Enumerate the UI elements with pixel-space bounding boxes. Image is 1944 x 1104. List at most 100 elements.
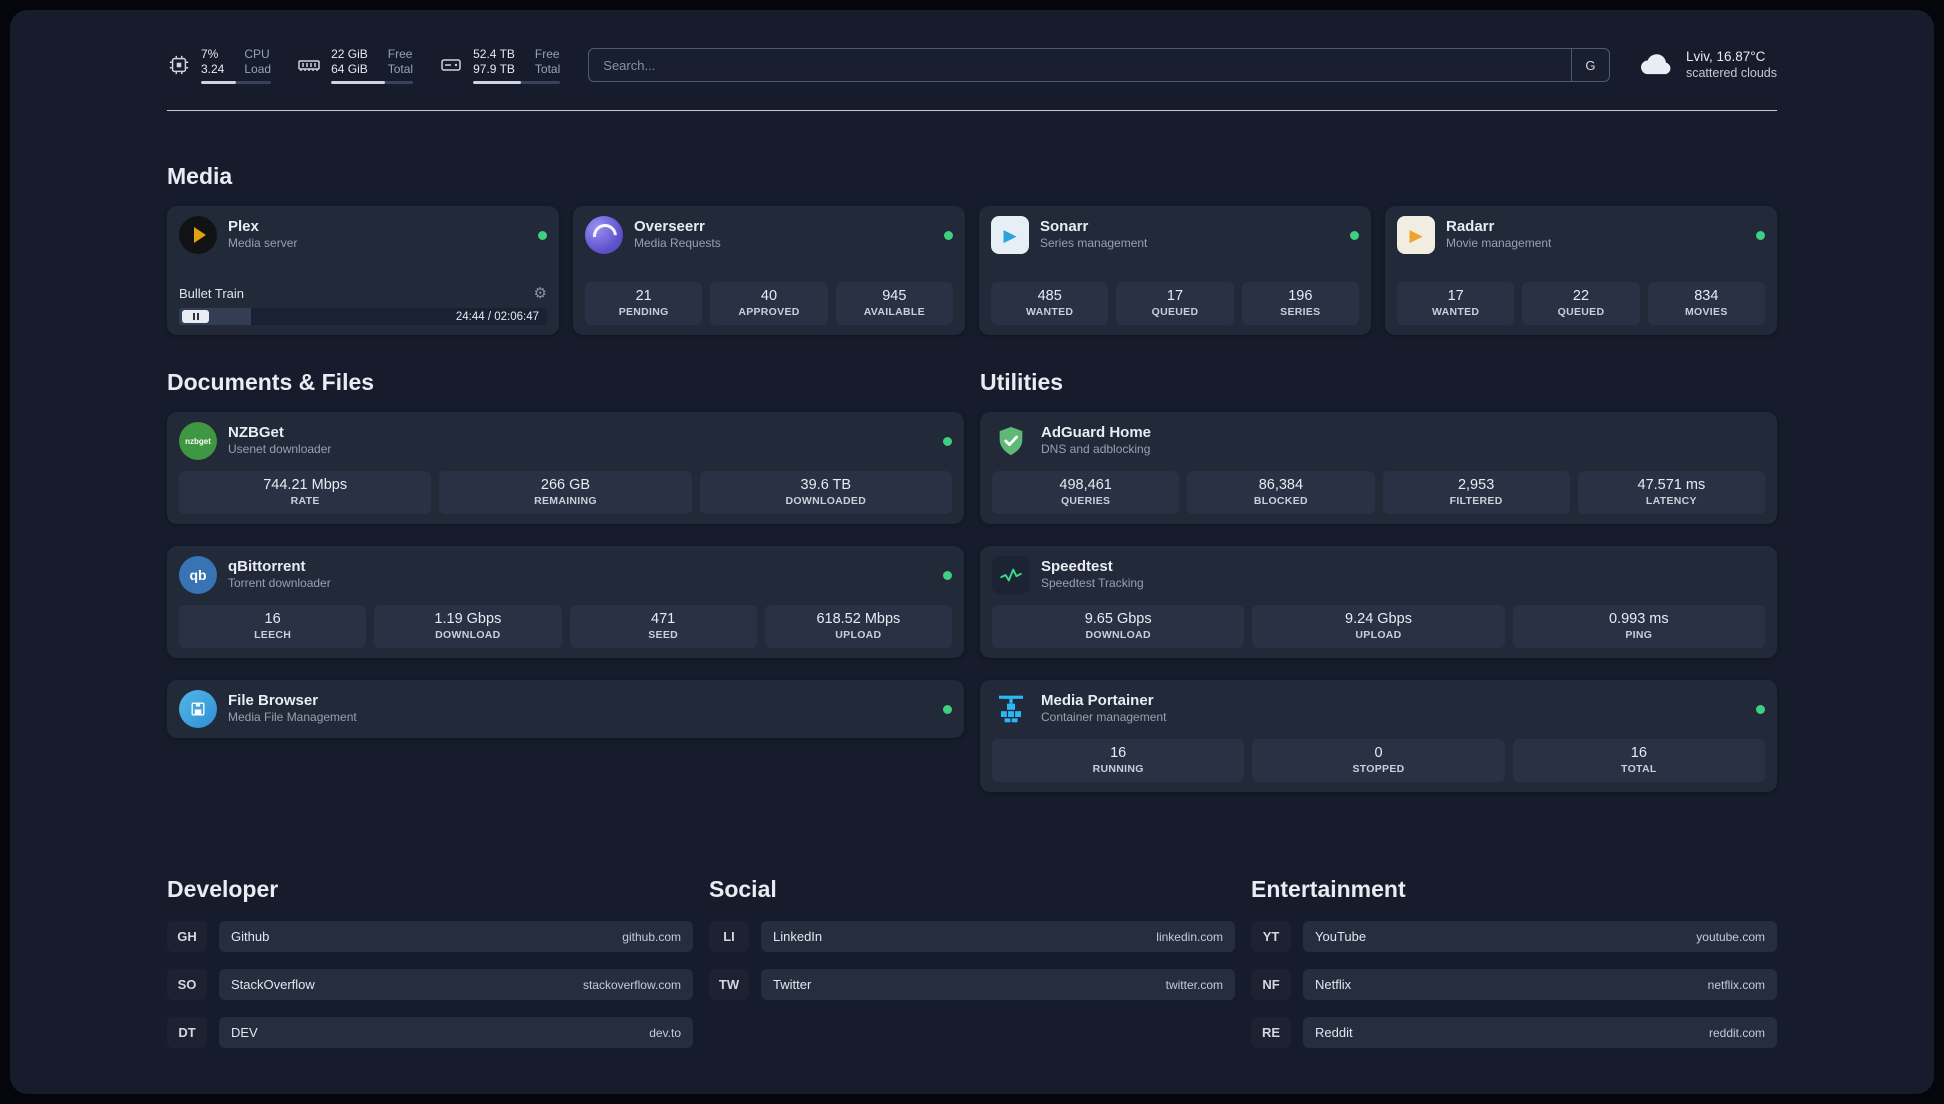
cpu-icon [167,53,191,77]
stat-latency: 47.571 ms LATENCY [1577,471,1765,514]
stat-leech: 16 LEECH [179,605,367,648]
app-title: qBittorrent [228,558,306,575]
netflix-abbr-icon: NF [1251,969,1291,1000]
bookmark-link-stackoverflow[interactable]: StackOverflow stackoverflow.com [219,969,693,1000]
bookmark-row-dev: DT DEV dev.to [167,1017,693,1048]
youtube-abbr-icon: YT [1251,921,1291,952]
playback-time: 24:44 / 02:06:47 [455,310,539,323]
search-input[interactable] [589,49,1571,81]
plex-now-playing: Bullet Train ⚙ 24:44 / 02:06:47 [179,284,547,325]
adguard-icon [992,422,1030,460]
cpu-label: CPU [244,46,270,61]
disk-total-label: Total [534,61,561,76]
bookmark-row-youtube: YT YouTube youtube.com [1251,921,1777,952]
memory-progress-bar [331,80,414,84]
memory-free-value: 22 GiB [331,46,368,61]
stat-stopped: 0 STOPPED [1252,739,1505,782]
app-title: Plex [228,218,259,235]
section-title-documents: Documents & Files [167,369,375,395]
status-dot [943,704,952,714]
search-bar: G [588,48,1610,82]
stat-seed: 471 SEED [569,605,757,648]
status-dot [943,570,952,580]
bookmark-link-github[interactable]: Github github.com [219,921,693,952]
radarr-icon: ▶ [1397,216,1435,254]
app-title: Radarr [1446,218,1495,235]
weather-widget: Lviv, 16.87°C scattered clouds [1638,48,1777,83]
stat-filtered: 2,953 FILTERED [1382,471,1570,514]
bookmark-url: linkedin.com [1156,929,1223,944]
disk-progress-bar [473,80,561,84]
app-card-filebrowser[interactable]: File Browser Media File Management [167,680,964,738]
app-card-overseerr[interactable]: Overseerr Media Requests 21 PENDING 40 APP… [573,206,965,335]
memory-total-label: Total [387,61,414,76]
app-card-portainer[interactable]: Media Portainer Container management 16 R… [980,680,1777,792]
app-subtitle: Container management [1041,710,1167,724]
app-card-plex[interactable]: Plex Media server Bullet Train ⚙ 24:44 /… [167,206,559,335]
bookmark-row-reddit: RE Reddit reddit.com [1251,1017,1777,1048]
app-subtitle: Speedtest Tracking [1041,576,1144,590]
stat-upload: 9.24 Gbps UPLOAD [1252,605,1505,648]
bookmark-link-dev[interactable]: DEV dev.to [219,1017,693,1048]
app-card-qbittorrent[interactable]: qb qBittorrent Torrent downloader 16 LEEC… [167,546,964,658]
app-title: Sonarr [1040,218,1089,235]
bookmark-url: stackoverflow.com [582,977,681,992]
bookmark-link-youtube[interactable]: YouTube youtube.com [1303,921,1777,952]
status-dot [1350,230,1359,240]
pause-button[interactable] [182,310,209,323]
media-grid: Plex Media server Bullet Train ⚙ 24:44 /… [167,206,1777,335]
bookmark-link-twitter[interactable]: Twitter twitter.com [761,969,1235,1000]
stat-wanted: 17 WANTED [1397,282,1515,325]
bookmark-name: Twitter [773,977,812,992]
stat-downloaded: 39.6 TB DOWNLOADED [699,471,952,514]
stat-queued: 17 QUEUED [1116,282,1234,325]
app-card-sonarr[interactable]: ▶ Sonarr Series management 485 WANTED 17 Q… [979,206,1371,335]
disk-free-value: 52.4 TB [473,46,515,61]
bookmark-row-twitter: TW Twitter twitter.com [709,969,1235,1000]
github-abbr-icon: GH [167,921,207,952]
app-title: NZBGet [228,424,284,441]
bookmark-url: github.com [622,929,681,944]
app-title: AdGuard Home [1041,424,1152,441]
bookmark-url: reddit.com [1708,1025,1765,1040]
bookmark-name: LinkedIn [773,929,823,944]
app-card-adguard[interactable]: AdGuard Home DNS and adblocking 498,461 Q… [980,412,1777,524]
section-title-developer: Developer [167,876,279,902]
stat-blocked: 86,384 BLOCKED [1187,471,1375,514]
cpu-load-value: 3.24 [201,61,225,76]
bookmark-group-developer: Developer GH Github github.com SO StackO… [167,876,693,1065]
app-title: Media Portainer [1041,692,1154,709]
gear-icon[interactable]: ⚙ [534,286,547,301]
app-card-nzbget[interactable]: nzbget NZBGet Usenet downloader 744.21 M… [167,412,964,524]
weather-location: Lviv, 16.87°C [1685,49,1766,64]
stat-queued: 22 QUEUED [1522,282,1640,325]
app-card-speedtest[interactable]: Speedtest Speedtest Tracking 9.65 Gbps DO… [980,546,1777,658]
app-subtitle: Torrent downloader [228,576,331,590]
bookmark-name: YouTube [1315,929,1367,944]
bookmark-group-entertainment: Entertainment YT YouTube youtube.com NF … [1251,876,1777,1065]
bookmark-link-reddit[interactable]: Reddit reddit.com [1303,1017,1777,1048]
stat-ping: 0.993 ms PING [1512,605,1765,648]
bookmark-name: Netflix [1315,977,1352,992]
app-subtitle: Media File Management [228,710,357,724]
bookmark-link-netflix[interactable]: Netflix netflix.com [1303,969,1777,1000]
bookmark-name: Reddit [1315,1025,1353,1040]
app-title: File Browser [228,692,319,709]
app-card-radarr[interactable]: ▶ Radarr Movie management 17 WANTED 22 QUE… [1385,206,1777,335]
search-engine-button[interactable]: G [1570,49,1609,81]
bookmark-row-github: GH Github github.com [167,921,693,952]
utilities-column: Utilities AdGuard Home DNS and adblockin… [980,335,1777,814]
cpu-metric: 7% 3.24 CPU Load [167,46,272,84]
playback-progress-bar[interactable]: 24:44 / 02:06:47 [179,308,547,325]
cloud-icon [1638,48,1676,83]
status-dot [944,230,953,240]
app-subtitle: Media Requests [634,236,721,250]
section-title-entertainment: Entertainment [1251,876,1406,902]
bookmark-name: StackOverflow [231,977,315,992]
bookmark-group-social: Social LI LinkedIn linkedin.com TW Twitt… [709,876,1235,1065]
stat-rate: 744.21 Mbps RATE [179,471,432,514]
app-subtitle: Series management [1040,236,1148,250]
bookmark-link-linkedin[interactable]: LinkedIn linkedin.com [761,921,1235,952]
stat-movies: 834 MOVIES [1647,282,1765,325]
status-dot [943,436,952,446]
